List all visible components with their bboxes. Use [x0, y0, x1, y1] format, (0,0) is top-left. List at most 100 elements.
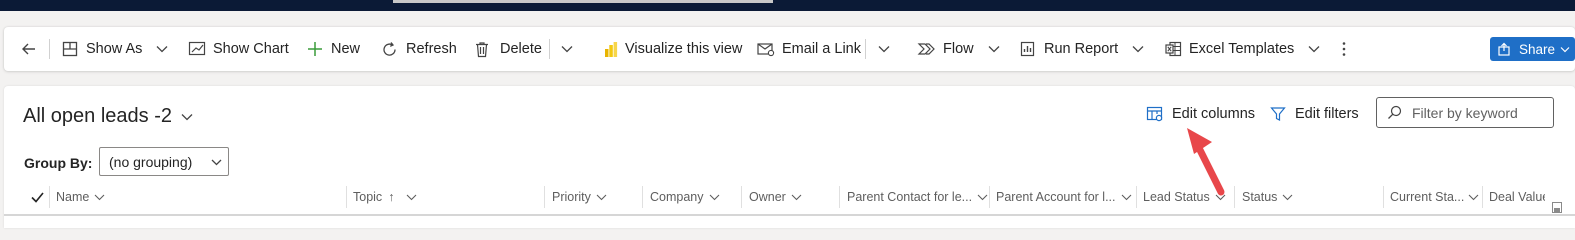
group-by-value: (no grouping)	[109, 154, 193, 170]
edit-filters-button[interactable]: Edit filters	[1270, 106, 1359, 122]
refresh-label: Refresh	[406, 41, 457, 57]
column-divider	[544, 186, 545, 208]
share-icon	[1498, 42, 1510, 56]
excel-templates-button[interactable]: Excel Templates	[1165, 27, 1320, 71]
column-header-current-stage[interactable]: Current Sta...	[1390, 188, 1479, 206]
report-icon	[1020, 41, 1035, 57]
email-link-label: Email a Link	[782, 41, 861, 57]
column-header-owner[interactable]: Owner	[749, 188, 802, 206]
edit-filters-label: Edit filters	[1295, 106, 1359, 122]
chevron-down-icon	[211, 159, 222, 166]
column-header-topic[interactable]: Topic ↑	[353, 188, 417, 206]
column-header-parent-contact[interactable]: Parent Contact for le...	[847, 188, 988, 206]
checkmark-icon	[31, 191, 44, 203]
edit-columns-label: Edit columns	[1172, 106, 1256, 122]
save-icon[interactable]	[1552, 202, 1562, 213]
email-link-button[interactable]: Email a Link	[757, 27, 861, 71]
back-arrow-icon	[22, 43, 35, 55]
column-header-deal-value[interactable]: Deal Value	[1489, 188, 1545, 206]
refresh-icon	[383, 41, 396, 56]
chevron-down-icon	[1121, 194, 1131, 200]
column-header-name[interactable]: Name	[56, 188, 105, 206]
visualize-label: Visualize this view	[625, 41, 743, 57]
chevron-down-icon	[94, 194, 105, 200]
column-header-parent-account[interactable]: Parent Account for l...	[996, 188, 1132, 206]
chevron-down-icon	[1468, 194, 1479, 200]
column-divider	[989, 186, 990, 208]
new-button[interactable]: New	[307, 27, 360, 71]
excel-icon	[1165, 41, 1182, 57]
chevron-down-icon	[878, 46, 890, 53]
annotation-arrow-icon	[1187, 128, 1225, 196]
view-panel: All open leads -2 Edit columns Edit filt…	[4, 86, 1575, 228]
more-commands-dropdown-2[interactable]	[878, 27, 890, 71]
show-as-label: Show As	[86, 41, 143, 57]
chevron-down-icon	[977, 194, 988, 200]
sort-ascending-icon: ↑	[388, 190, 395, 204]
group-by-select[interactable]: (no grouping)	[99, 147, 229, 176]
edit-columns-icon	[1146, 106, 1163, 122]
share-button[interactable]: Share	[1490, 37, 1575, 61]
header-divider	[4, 214, 1575, 216]
email-link-icon	[757, 42, 775, 56]
column-label: Priority	[552, 190, 591, 204]
chevron-down-icon	[181, 113, 193, 120]
show-chart-button[interactable]: Show Chart	[188, 27, 289, 71]
global-search-box[interactable]	[393, 0, 773, 3]
chevron-down-icon	[561, 46, 573, 53]
chart-icon	[188, 41, 206, 56]
visualize-view-button[interactable]: Visualize this view	[604, 27, 742, 71]
column-divider	[1383, 186, 1384, 208]
back-button[interactable]	[20, 27, 38, 71]
column-header-company[interactable]: Company	[650, 188, 720, 206]
column-divider	[346, 186, 347, 208]
more-options-button[interactable]	[1341, 27, 1347, 71]
more-commands-dropdown[interactable]	[561, 27, 573, 71]
column-divider	[1136, 186, 1137, 208]
top-navigation-bar	[0, 0, 1575, 11]
chevron-down-icon	[1308, 46, 1320, 53]
column-label: Topic	[353, 190, 383, 204]
chevron-down-icon	[407, 194, 417, 200]
flow-icon	[917, 43, 935, 55]
chevron-down-icon	[596, 194, 607, 200]
show-chart-label: Show Chart	[213, 41, 289, 57]
flow-button[interactable]: Flow	[917, 27, 1000, 71]
trash-icon	[476, 41, 488, 57]
column-label: Name	[56, 190, 90, 204]
chevron-down-icon	[1132, 46, 1144, 53]
column-header-priority[interactable]: Priority	[552, 188, 607, 206]
column-divider	[839, 186, 840, 208]
run-report-button[interactable]: Run Report	[1020, 27, 1144, 71]
select-all-checkbox[interactable]	[31, 188, 44, 206]
column-divider	[1482, 186, 1483, 208]
power-bi-icon	[605, 41, 618, 57]
group-by-label: Group By:	[24, 155, 93, 171]
refresh-button[interactable]: Refresh	[381, 27, 457, 71]
chevron-down-icon	[791, 194, 802, 200]
search-icon	[1388, 105, 1402, 119]
chevron-down-icon	[988, 46, 1000, 53]
grid-view-icon	[62, 41, 78, 57]
column-label: Status	[1242, 190, 1278, 204]
column-header-status[interactable]: Status	[1242, 188, 1293, 206]
show-as-button[interactable]: Show As	[62, 27, 168, 71]
edit-columns-button[interactable]: Edit columns	[1146, 106, 1255, 122]
column-label: Parent Account for l...	[996, 190, 1116, 204]
delete-label: Delete	[500, 41, 542, 57]
chevron-down-icon	[709, 194, 719, 200]
filter-keyword-input[interactable]: Filter by keyword	[1376, 97, 1554, 128]
column-label: Company	[650, 190, 704, 204]
column-divider	[741, 186, 742, 208]
excel-templates-label: Excel Templates	[1189, 41, 1295, 57]
view-selector[interactable]: All open leads -2	[23, 105, 193, 128]
filter-icon	[1270, 107, 1286, 121]
chevron-down-icon	[1283, 194, 1293, 200]
chevron-down-icon	[156, 46, 168, 53]
new-label: New	[331, 41, 361, 57]
run-report-label: Run Report	[1044, 41, 1119, 57]
divider	[865, 39, 866, 59]
delete-button[interactable]: Delete	[474, 27, 542, 71]
column-label: Owner	[749, 190, 786, 204]
divider	[49, 39, 50, 59]
